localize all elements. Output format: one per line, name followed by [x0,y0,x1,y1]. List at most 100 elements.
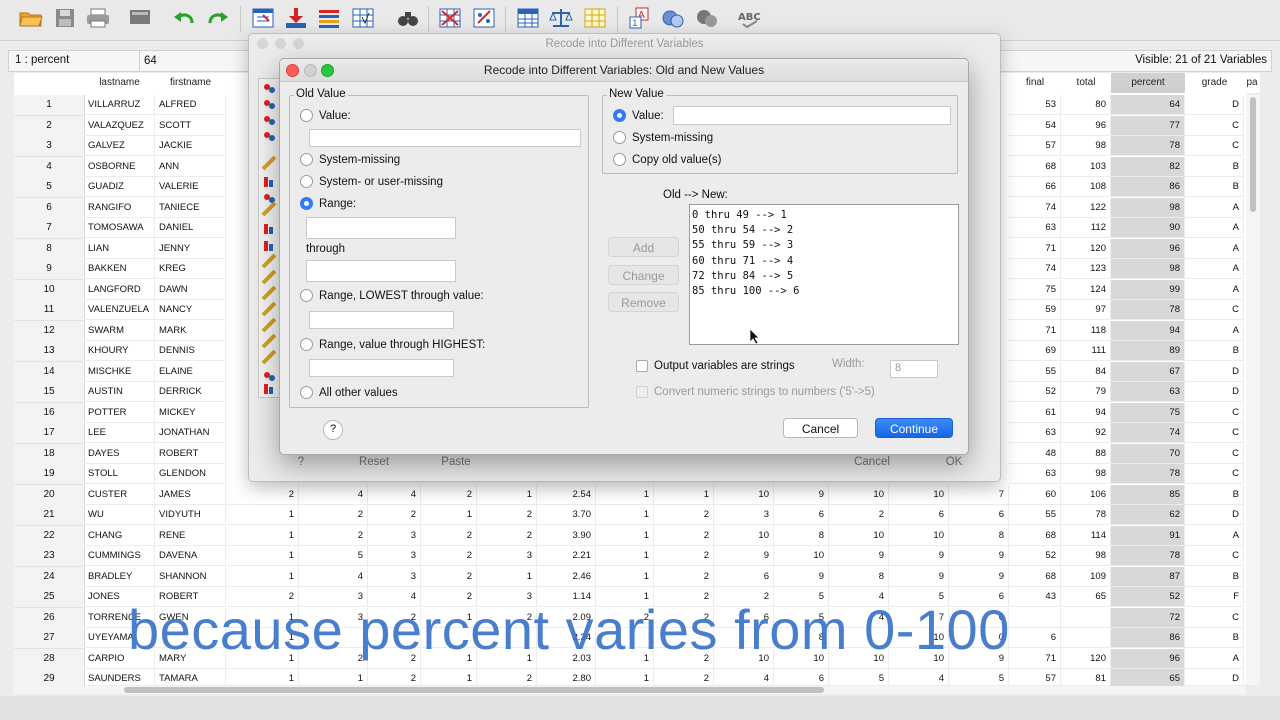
cell-grade[interactable]: A [1185,238,1244,259]
cell-value[interactable]: 2 [477,525,537,546]
row-number[interactable]: 13 [14,341,85,362]
row-number[interactable]: 19 [14,464,85,485]
cell-total[interactable]: 118 [1061,320,1111,341]
cell-value[interactable]: 3.70 [537,505,596,525]
row-number[interactable]: 16 [14,402,85,424]
row-number[interactable]: 18 [14,443,85,465]
cell-value[interactable]: 10 [889,484,949,505]
cell-lastname[interactable]: BRADLEY [84,566,155,587]
cell-total[interactable]: 124 [1061,279,1111,300]
cell-total[interactable]: 114 [1061,525,1111,546]
cell-value[interactable]: 7 [949,484,1009,505]
cell-final[interactable]: 63 [1009,218,1061,238]
save-icon[interactable] [52,6,78,30]
cell-grade[interactable]: A [1185,218,1244,238]
cell-total[interactable] [1061,628,1111,648]
cell-total[interactable]: 79 [1061,382,1111,402]
help-icon[interactable]: ? [291,452,311,472]
cell-value[interactable]: 1 [596,505,654,525]
cell-percent[interactable]: 52 [1111,587,1185,607]
cell-percent[interactable]: 98 [1111,259,1185,279]
row-number[interactable]: 21 [14,505,85,526]
cell-final[interactable]: 54 [1009,115,1061,136]
new-value-radio[interactable]: Value: [613,109,664,122]
row-number[interactable]: 28 [14,648,85,670]
cell-percent[interactable]: 63 [1111,382,1185,402]
cell-value[interactable]: 2 [654,546,714,566]
value-labels-icon[interactable] [582,6,608,30]
zoom-window-icon[interactable] [293,38,304,49]
cell-value[interactable]: 1 [654,484,714,505]
cell-percent[interactable]: 78 [1111,546,1185,566]
cell-firstname[interactable]: JACKIE [155,136,226,156]
minimize-window-icon[interactable] [304,64,317,77]
range-highest-radio[interactable]: Range, value through HIGHEST: [300,338,485,351]
range-lowest-input[interactable] [309,311,454,329]
zoom-window-icon[interactable] [321,64,334,77]
cell-value[interactable]: 5 [299,546,368,566]
cell-value[interactable]: 1 [227,525,299,546]
cell-final[interactable]: 48 [1009,443,1061,464]
cell-value[interactable]: 2 [299,525,368,546]
cell-final[interactable]: 55 [1009,505,1061,525]
cell-lastname[interactable]: VALAZQUEZ [84,115,155,136]
cell-value[interactable]: 3.90 [537,525,596,546]
cell-value[interactable]: 2 [421,546,477,566]
cell-total[interactable]: 108 [1061,177,1111,197]
output-strings-checkbox[interactable]: Output variables are strings [636,360,795,372]
range-to-input[interactable] [306,260,456,282]
cell-final[interactable]: 55 [1009,361,1061,382]
range-highest-input[interactable] [309,359,454,377]
cell-value[interactable]: 8 [774,525,829,546]
cell-percent[interactable]: 64 [1111,95,1185,115]
cell-lastname[interactable]: AUSTIN [84,382,155,402]
column-header[interactable]: final [1009,73,1061,93]
row-number[interactable]: 26 [14,607,85,629]
cell-percent[interactable]: 70 [1111,443,1185,464]
cell-final[interactable]: 52 [1009,546,1061,566]
row-number[interactable]: 25 [14,587,85,608]
spell-check-icon[interactable]: ABC [737,6,763,30]
cell-value[interactable]: 1 [421,505,477,525]
row-number[interactable]: 4 [14,156,85,178]
cell-final[interactable]: 68 [1009,566,1061,587]
cell-lastname[interactable]: VALENZUELA [84,300,155,320]
mapping-item[interactable]: 85 thru 100 --> 6 [692,284,956,299]
cell-total[interactable]: 88 [1061,443,1111,464]
cell-grade[interactable]: C [1185,300,1244,320]
cell-final[interactable]: 71 [1009,238,1061,259]
cell-firstname[interactable]: ROBERT [155,443,226,464]
cell-lastname[interactable]: VILLARRUZ [84,95,155,115]
cell-value[interactable]: 9 [714,546,774,566]
column-header[interactable]: percent [1111,73,1185,93]
cell-final[interactable]: 6 [1009,628,1061,648]
cell-grade[interactable]: C [1185,402,1244,423]
dialog-recall-icon[interactable] [128,6,154,30]
cell-value[interactable]: 2 [654,525,714,546]
cell-value[interactable]: 2 [421,484,477,505]
cell-total[interactable]: 94 [1061,402,1111,423]
cell-value[interactable]: 4 [299,566,368,587]
weight-cases-icon[interactable] [548,6,574,30]
find-icon[interactable] [395,6,421,30]
cell-value[interactable]: 1 [227,546,299,566]
cell-grade[interactable]: B [1185,484,1244,505]
cell-lastname[interactable]: TOMOSAWA [84,218,155,238]
cell-firstname[interactable]: KREG [155,259,226,279]
variable-list-icons[interactable] [258,78,280,398]
cell-total[interactable]: 103 [1061,156,1111,177]
cell-value[interactable]: 2 [421,525,477,546]
cell-value[interactable]: 2 [368,505,421,525]
bg-cancel-button[interactable]: Cancel [839,452,905,472]
new-value-input[interactable] [673,106,951,125]
cell-value[interactable]: 10 [829,484,889,505]
cell-total[interactable]: 78 [1061,505,1111,525]
cell-value[interactable]: 2.21 [537,546,596,566]
reset-button[interactable]: Reset [341,452,407,472]
cell-percent[interactable]: 78 [1111,136,1185,156]
cell-final[interactable]: 68 [1009,525,1061,546]
cell-firstname[interactable]: MICKEY [155,402,226,423]
cell-final[interactable]: 63 [1009,464,1061,484]
cell-value[interactable]: 3 [368,525,421,546]
cell-total[interactable]: 106 [1061,484,1111,505]
